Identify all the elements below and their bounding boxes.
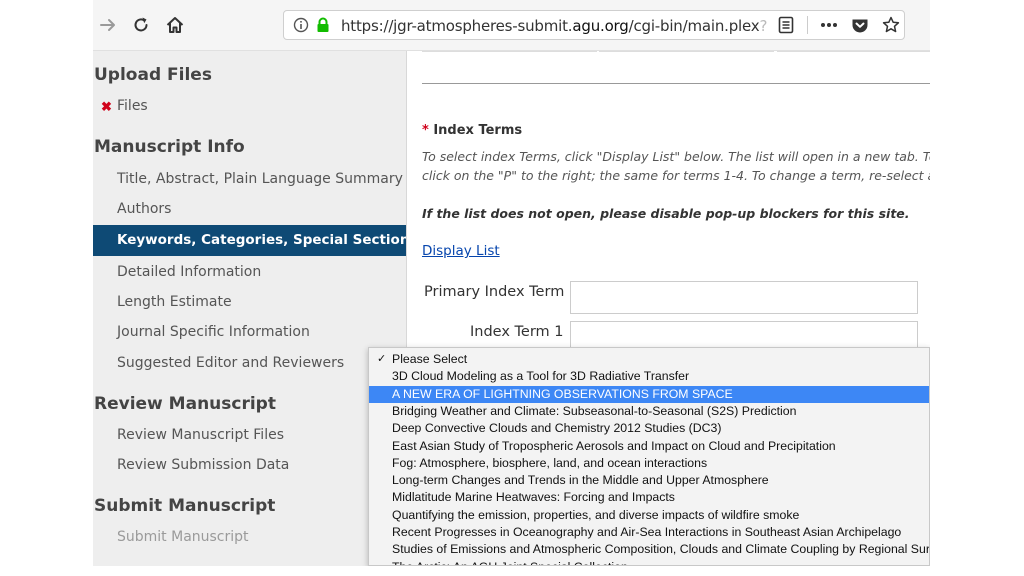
special-section-dropdown-list[interactable]: ✓ Please Select 3D Cloud Modeling as a Too…: [368, 347, 930, 566]
sidebar-item-files[interactable]: Files: [117, 98, 148, 114]
dropdown-option-label: East Asian Study of Tropospheric Aerosol…: [392, 438, 836, 453]
info-icon[interactable]: [292, 11, 310, 39]
dropdown-option[interactable]: 3D Cloud Modeling as a Tool for 3D Radia…: [369, 368, 929, 385]
sidebar-item-journal-specific[interactable]: Journal Specific Information: [117, 324, 310, 340]
dropdown-option[interactable]: ✓ Please Select: [369, 351, 929, 368]
address-bar[interactable]: https://jgr-atmospheres-submit.agu.org/c…: [283, 10, 905, 40]
dropdown-option-label: 3D Cloud Modeling as a Tool for 3D Radia…: [392, 369, 690, 384]
section-heading-review-manuscript: Review Manuscript: [94, 394, 276, 414]
home-icon[interactable]: [160, 10, 190, 40]
index-term-1-label: Index Term 1: [470, 324, 564, 340]
dropdown-option[interactable]: Midlatitude Marine Heatwaves: Forcing an…: [369, 489, 929, 506]
index-terms-label: Index Terms: [433, 123, 523, 138]
section-heading-manuscript-info: Manuscript Info: [94, 137, 245, 157]
reload-icon[interactable]: [126, 10, 156, 40]
dropdown-option-label: Long-term Changes and Trends in the Midd…: [392, 473, 769, 488]
reader-view-icon[interactable]: [774, 11, 798, 39]
dropdown-option[interactable]: A NEW ERA OF LIGHTNING OBSERVATIONS FROM…: [369, 385, 929, 403]
instruction-line-1: To select index Terms, click "Display Li…: [422, 149, 930, 164]
display-list-link[interactable]: Display List: [422, 243, 500, 259]
sidebar-item-submit: Submit Manuscript: [117, 529, 249, 545]
dropdown-option[interactable]: Long-term Changes and Trends in the Midd…: [369, 472, 929, 489]
dropdown-option-label: The Arctic: An AGU Joint Special Collect…: [392, 559, 628, 565]
sidebar-item-label: Keywords, Categories, Special Sections: [117, 232, 418, 248]
sidebar-item-length-estimate[interactable]: Length Estimate: [117, 294, 232, 310]
sidebar-item-review-files[interactable]: Review Manuscript Files: [117, 427, 284, 443]
sidebar-item-detailed-information[interactable]: Detailed Information: [117, 264, 261, 280]
dropdown-option[interactable]: Fog: Atmosphere, biosphere, land, and oc…: [369, 455, 929, 472]
sidebar-item-authors[interactable]: Authors: [117, 201, 171, 217]
section-heading-upload-files: Upload Files: [94, 65, 212, 85]
sidebar-item-review-data[interactable]: Review Submission Data: [117, 457, 289, 473]
url-text[interactable]: https://jgr-atmospheres-submit.agu.org/c…: [341, 17, 767, 35]
dropdown-option[interactable]: Studies of Emissions and Atmospheric Com…: [369, 541, 930, 558]
dropdown-option[interactable]: Recent Progresses in Oceanography and Ai…: [369, 524, 929, 541]
checkmark-icon: ✓: [377, 353, 387, 365]
dropdown-option-label: Studies of Emissions and Atmospheric Com…: [392, 542, 930, 557]
lock-icon[interactable]: [314, 11, 332, 39]
dropdown-option[interactable]: Quantifying the emission, properties, an…: [369, 507, 929, 524]
section-heading-submit-manuscript: Submit Manuscript: [94, 496, 276, 516]
dropdown-option[interactable]: East Asian Study of Tropospheric Aerosol…: [369, 438, 929, 455]
dropdown-option-label: Bridging Weather and Climate: Subseasona…: [392, 403, 797, 418]
more-icon[interactable]: [817, 11, 841, 39]
dropdown-option-label: Midlatitude Marine Heatwaves: Forcing an…: [392, 490, 675, 505]
dropdown-option[interactable]: The Arctic: An AGU Joint Special Collect…: [369, 559, 929, 565]
dropdown-option[interactable]: Bridging Weather and Climate: Subseasona…: [369, 403, 929, 420]
dropdown-option-label: Recent Progresses in Oceanography and Ai…: [392, 525, 902, 539]
dropdown-option[interactable]: Deep Convective Clouds and Chemistry 201…: [369, 420, 929, 437]
index-terms-title: * Index Terms: [422, 123, 522, 138]
browser-toolbar: https://jgr-atmospheres-submit.agu.org/c…: [93, 0, 930, 51]
forward-arrow-icon[interactable]: [93, 10, 123, 40]
dropdown-option-label: Deep Convective Clouds and Chemistry 201…: [392, 421, 722, 436]
sidebar-item-suggested-editor[interactable]: Suggested Editor and Reviewers: [117, 355, 344, 371]
dropdown-option-label: Quantifying the emission, properties, an…: [392, 507, 800, 522]
required-asterisk: *: [422, 123, 429, 138]
dropdown-option-label: A NEW ERA OF LIGHTNING OBSERVATIONS FROM…: [392, 386, 733, 401]
popup-blocker-note: If the list does not open, please disabl…: [422, 206, 910, 221]
dropdown-option-label: Please Select: [392, 352, 468, 366]
instruction-line-2: click on the "P" to the right; the same …: [422, 168, 930, 183]
bookmark-star-icon[interactable]: [879, 11, 903, 39]
primary-index-term-input[interactable]: [570, 281, 918, 314]
divider: [422, 83, 930, 84]
incomplete-x-icon: ✖: [101, 99, 112, 114]
pocket-icon[interactable]: [848, 11, 872, 39]
browser-window: https://jgr-atmospheres-submit.agu.org/c…: [93, 0, 930, 566]
sidebar-item-title-abstract[interactable]: Title, Abstract, Plain Language Summary: [117, 171, 403, 187]
sidebar-item-keywords-active[interactable]: Keywords, Categories, Special Sections: [93, 225, 417, 256]
dropdown-option-label: Fog: Atmosphere, biosphere, land, and oc…: [392, 455, 708, 470]
submission-sidebar: Upload Files ✖ Files Manuscript Info Tit…: [93, 51, 417, 566]
primary-index-term-label: Primary Index Term: [424, 284, 565, 300]
